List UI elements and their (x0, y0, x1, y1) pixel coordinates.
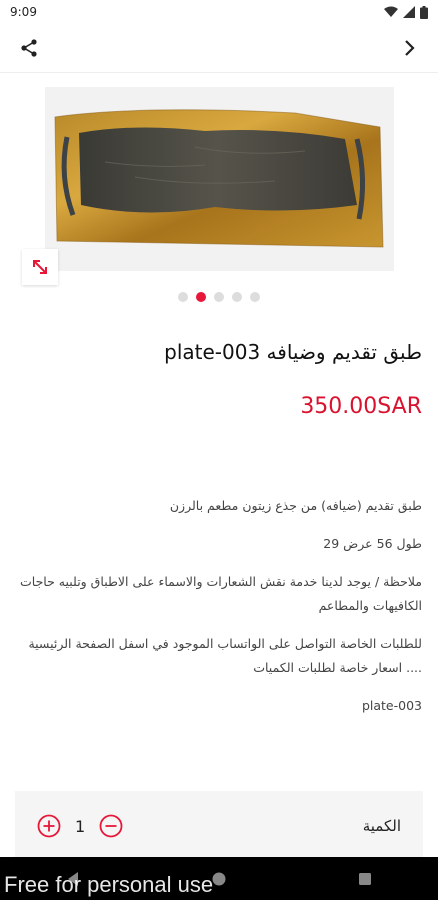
gallery-dots (0, 292, 438, 302)
plus-circle-icon (37, 814, 61, 838)
gallery-dot[interactable] (232, 292, 242, 302)
status-bar: 9:09 (0, 0, 438, 24)
back-triangle-icon (67, 871, 78, 886)
minus-circle-icon (99, 814, 123, 838)
product-description: طبق تقديم (ضيافه) من جذع زيتون مطعم بالر… (14, 494, 422, 732)
gallery-dot[interactable] (178, 292, 188, 302)
product-title: طبق تقديم وضيافه plate-003 (164, 340, 422, 364)
product-price: 350.00SAR (300, 394, 422, 419)
chevron-right-icon (405, 40, 415, 56)
description-line: للطلبات الخاصة التواصل على الواتساب المو… (28, 636, 422, 675)
quantity-controls: 1 (37, 814, 123, 838)
share-button[interactable] (14, 33, 44, 63)
description-line: طول 56 عرض 29 (323, 536, 422, 551)
quantity-label: الكمية (362, 817, 401, 835)
nav-back-button[interactable] (66, 871, 80, 887)
decrease-quantity-button[interactable] (99, 814, 123, 838)
expand-image-button[interactable] (22, 249, 58, 285)
product-image[interactable] (45, 87, 394, 271)
signal-icon (403, 6, 415, 18)
home-circle-icon (212, 872, 226, 885)
gallery-dot[interactable] (214, 292, 224, 302)
description-line: طبق تقديم (ضيافه) من جذع زيتون مطعم بالر… (169, 498, 422, 513)
gallery-dot[interactable] (250, 292, 260, 302)
quantity-value: 1 (75, 816, 86, 836)
nav-home-button[interactable] (211, 871, 227, 887)
increase-quantity-button[interactable] (37, 814, 61, 838)
nav-recents-button[interactable] (358, 872, 372, 886)
wifi-icon (384, 6, 398, 17)
battery-icon (420, 5, 428, 19)
expand-icon (33, 260, 47, 274)
share-icon (21, 39, 37, 57)
status-icons (384, 5, 428, 19)
back-button[interactable] (394, 33, 424, 63)
top-bar (0, 24, 438, 72)
description-line: plate-003 (361, 698, 422, 713)
gallery-dot-active[interactable] (196, 292, 206, 302)
description-line: ملاحظة / يوجد لدينا خدمة نقش الشعارات وا… (20, 574, 422, 613)
tray-illustration (45, 87, 394, 271)
system-nav-bar (0, 857, 438, 900)
status-time: 9:09 (10, 5, 37, 19)
quantity-selector: 1 الكمية (15, 791, 423, 861)
header-divider (0, 72, 438, 73)
recents-square-icon (359, 872, 372, 885)
